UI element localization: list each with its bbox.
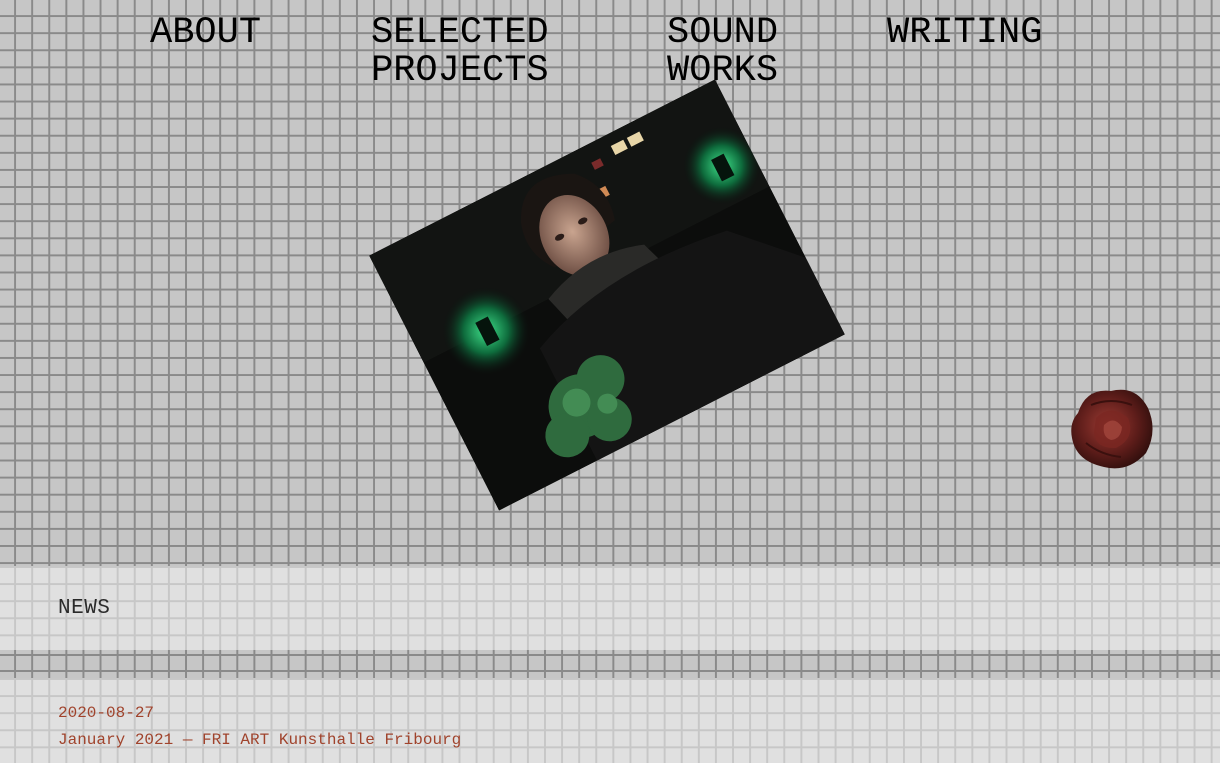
news-heading: NEWS — [58, 597, 111, 620]
nav-item-writing[interactable]: WRITING — [887, 14, 1042, 52]
red-cabbage-icon — [1071, 389, 1153, 469]
nav-item-selected-projects[interactable]: SELECTED PROJECTS — [371, 14, 549, 90]
news-entry — [0, 678, 1220, 763]
red-cabbage-image — [1066, 383, 1156, 471]
nav-item-sound-works[interactable]: SOUND WORKS — [667, 14, 778, 90]
news-entry-link[interactable]: January 2021 — FRI ART Kunsthalle Fribou… — [58, 731, 461, 749]
news-entry-date: 2020-08-27 — [58, 704, 155, 722]
news-section — [0, 566, 1220, 650]
nav-item-about[interactable]: ABOUT — [150, 14, 261, 52]
main-nav: ABOUT SELECTED PROJECTS SOUND WORKS WRIT… — [0, 14, 1220, 94]
section-divider — [0, 650, 1220, 678]
